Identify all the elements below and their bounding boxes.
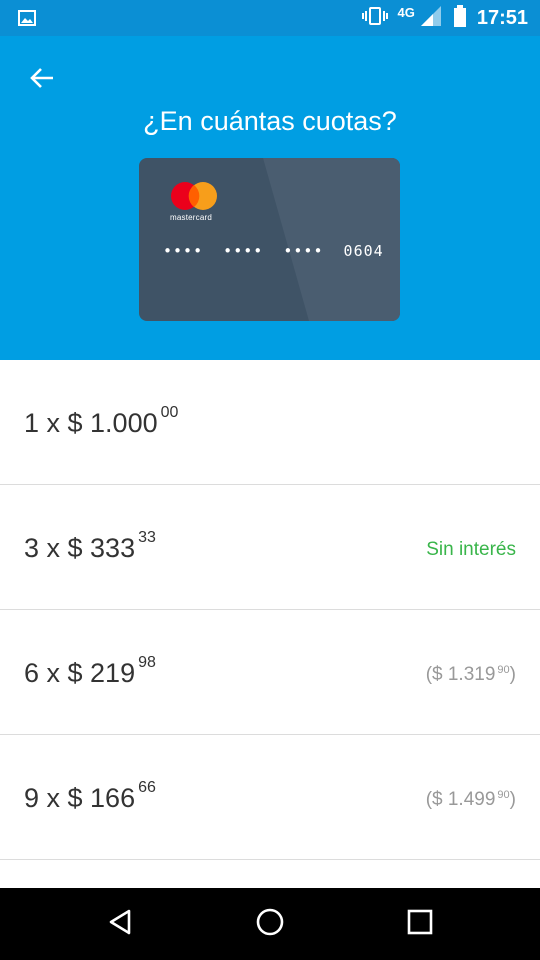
back-button[interactable] [22, 60, 62, 100]
page-title: ¿En cuántas cuotas? [143, 106, 397, 136]
status-bar: 4G 17:51 [0, 0, 540, 36]
triangle-back-icon [107, 908, 133, 941]
installment-total: ($ 1.319 90) [425, 664, 516, 685]
recents-nav-button[interactable] [400, 906, 440, 942]
home-nav-button[interactable] [250, 906, 290, 942]
installment-cents: 00 [160, 404, 179, 421]
installment-amount: 1 x $ 1.000 00 [24, 404, 179, 438]
circle-home-icon [255, 907, 285, 942]
navigation-bar [0, 888, 540, 960]
installment-cents: 33 [138, 529, 156, 546]
installment-option-9[interactable]: 9 x $ 166 66 ($ 1.499 90) [0, 735, 540, 860]
battery-icon [453, 4, 467, 32]
installment-amount: 6 x $ 219 98 [24, 654, 156, 688]
arrow-back-icon [29, 66, 55, 95]
installment-option-3[interactable]: 3 x $ 333 33 Sin interés [0, 485, 540, 610]
square-recents-icon [407, 909, 433, 940]
installment-cents: 98 [138, 654, 156, 671]
interest-free-label: Sin interés [426, 539, 516, 560]
installment-total: ($ 1.499 90) [425, 789, 516, 810]
installment-amount: 9 x $ 166 66 [24, 779, 156, 813]
credit-card: mastercard •••• •••• •••• 0604 [139, 158, 400, 321]
installment-list: 1 x $ 1.000 00 3 x $ 333 33 Sin interés 6 … [0, 360, 540, 860]
status-icons: 4G 17:51 [361, 0, 528, 36]
installment-option-1[interactable]: 1 x $ 1.000 00 [0, 360, 540, 485]
header: ¿En cuántas cuotas? mastercard •••• ••••… [0, 36, 540, 360]
back-nav-button[interactable] [100, 906, 140, 942]
network-label: 4G [397, 4, 415, 20]
vibrate-icon [361, 6, 388, 31]
signal-icon [419, 5, 443, 32]
card-number: •••• •••• •••• 0604 [163, 242, 384, 260]
installment-amount: 3 x $ 333 33 [24, 529, 156, 563]
card-brand: mastercard [170, 213, 213, 222]
installment-option-6[interactable]: 6 x $ 219 98 ($ 1.319 90) [0, 610, 540, 735]
image-icon [18, 9, 36, 27]
installment-cents: 66 [138, 779, 156, 796]
status-time: 17:51 [476, 6, 528, 29]
